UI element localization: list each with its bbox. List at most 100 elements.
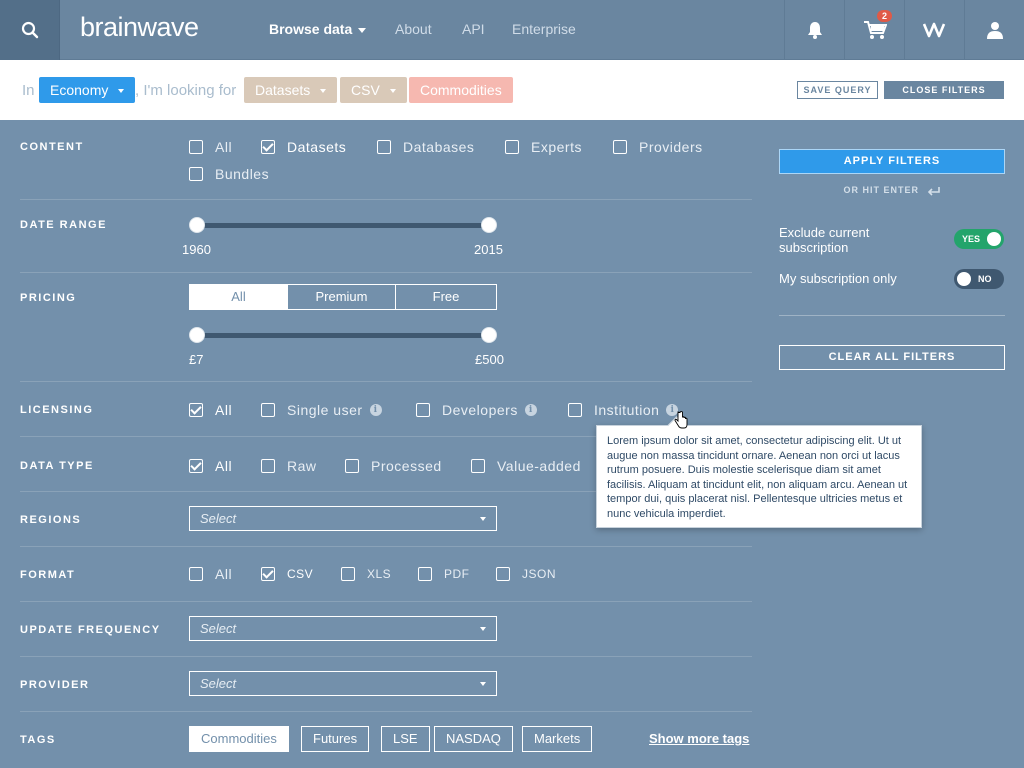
format-all-checkbox[interactable]: All [189,566,232,582]
licensing-developers-checkbox[interactable]: Developers i [416,402,537,418]
tag-lse[interactable]: LSE [381,726,430,752]
category-dropdown[interactable]: Economy [39,77,136,103]
enter-key-icon [927,186,940,196]
date-range-min-handle[interactable] [189,217,205,233]
top-nav: brainwave Browse data About API Enterpri… [0,0,1024,60]
save-query-button[interactable]: SAVE QUERY [797,81,878,99]
exclude-subscription-toggle[interactable]: YES [954,229,1004,249]
query-filter-csv[interactable]: CSV [340,77,407,103]
cart-button[interactable]: 2 [844,0,904,60]
query-bar: In Economy , I'm looking for Datasets CS… [0,60,1024,120]
logo[interactable]: brainwave [80,12,199,43]
divider [20,711,752,712]
query-filter-datasets[interactable]: Datasets [244,77,338,103]
data-type-all-checkbox[interactable]: All [189,458,232,474]
info-icon[interactable]: i [524,404,537,416]
content-label: CONTENT [20,141,84,153]
my-subscription-label: My subscription only [779,271,897,286]
data-type-raw-checkbox[interactable]: Raw [261,458,317,474]
content-datasets-checkbox[interactable]: Datasets [261,139,346,155]
licensing-institution-checkbox[interactable]: Institution i [568,402,679,418]
nav-api[interactable]: API [462,21,485,37]
bell-icon [807,22,822,39]
notifications-button[interactable] [784,0,844,60]
hand-cursor-icon [674,411,688,429]
user-icon [986,22,1003,39]
pricing-premium-tab[interactable]: Premium [287,285,395,309]
my-subscription-toggle[interactable]: NO [954,269,1004,289]
nav-browse-data[interactable]: Browse data [269,21,367,37]
brand-wave-icon [922,22,945,38]
format-label: FORMAT [20,569,76,581]
provider-select[interactable]: Select [189,671,497,696]
divider [20,656,752,657]
data-type-value-added-checkbox[interactable]: Value-added [471,458,581,474]
format-csv-checkbox[interactable]: CSV [261,567,313,581]
enter-hint: OR HIT ENTER [779,185,1005,196]
price-range-min-value: £7 [189,352,204,367]
user-button[interactable] [964,0,1024,60]
cart-count-badge: 2 [877,10,893,22]
divider [779,315,1005,316]
divider [20,272,752,273]
price-range-max-handle[interactable] [481,327,497,343]
date-range-max-handle[interactable] [481,217,497,233]
search-button[interactable] [0,0,60,60]
chevron-down-icon [480,682,486,686]
price-range-max-value: £500 [475,352,504,367]
nav-enterprise[interactable]: Enterprise [512,21,576,37]
search-icon [21,21,38,39]
licensing-single-user-checkbox[interactable]: Single user i [261,402,382,418]
content-providers-checkbox[interactable]: Providers [613,139,703,155]
licensing-all-checkbox[interactable]: All [189,402,232,418]
nav-about[interactable]: About [395,21,432,37]
content-bundles-checkbox[interactable]: Bundles [189,166,269,182]
data-type-processed-checkbox[interactable]: Processed [345,458,442,474]
tag-nasdaq[interactable]: NASDAQ [434,726,513,752]
close-filters-button[interactable]: CLOSE FILTERS [884,81,1004,99]
date-range-label: DATE RANGE [20,219,107,231]
pricing-label: PRICING [20,292,77,304]
licensing-label: LICENSING [20,404,94,416]
exclude-subscription-label: Exclude current subscription [779,225,870,255]
tags-label: TAGS [20,734,56,746]
price-range-min-handle[interactable] [189,327,205,343]
divider [20,199,752,200]
brand-button[interactable] [904,0,964,60]
chevron-down-icon [320,89,327,94]
info-icon[interactable]: i [369,404,382,416]
data-type-label: DATA TYPE [20,460,94,472]
tag-markets[interactable]: Markets [522,726,593,752]
price-range-track[interactable] [197,333,489,338]
query-middle-text: , I'm looking for [135,82,237,99]
divider [20,601,752,602]
content-all-checkbox[interactable]: All [189,139,232,155]
apply-filters-button[interactable]: APPLY FILTERS [779,149,1005,174]
update-frequency-select[interactable]: Select [189,616,497,641]
clear-all-filters-button[interactable]: CLEAR ALL FILTERS [779,345,1005,370]
tag-commodities[interactable]: Commodities [189,726,289,752]
pricing-segmented-control: All Premium Free [189,284,497,310]
tag-futures[interactable]: Futures [301,726,370,752]
show-more-tags-link[interactable]: Show more tags [649,731,749,746]
format-pdf-checkbox[interactable]: PDF [418,567,470,581]
query-prefix: In [22,82,35,99]
provider-label: PROVIDER [20,679,90,691]
format-xls-checkbox[interactable]: XLS [341,567,391,581]
chevron-down-icon [389,89,396,94]
query-filter-commodities[interactable]: Commodities [409,77,513,103]
date-range-track[interactable] [197,223,489,228]
pricing-all-tab[interactable]: All [190,285,287,309]
institution-tooltip: Lorem ipsum dolor sit amet, consectetur … [596,425,922,528]
content-databases-checkbox[interactable]: Databases [377,139,474,155]
date-range-max-value: 2015 [474,242,503,257]
regions-select[interactable]: Select [189,506,497,531]
chevron-down-icon [480,627,486,631]
chevron-down-icon [118,89,125,94]
format-json-checkbox[interactable]: JSON [496,567,556,581]
divider [20,546,752,547]
pricing-free-tab[interactable]: Free [395,285,496,309]
update-frequency-label: UPDATE FREQUENCY [20,624,161,636]
chevron-down-icon [480,517,486,521]
content-experts-checkbox[interactable]: Experts [505,139,582,155]
